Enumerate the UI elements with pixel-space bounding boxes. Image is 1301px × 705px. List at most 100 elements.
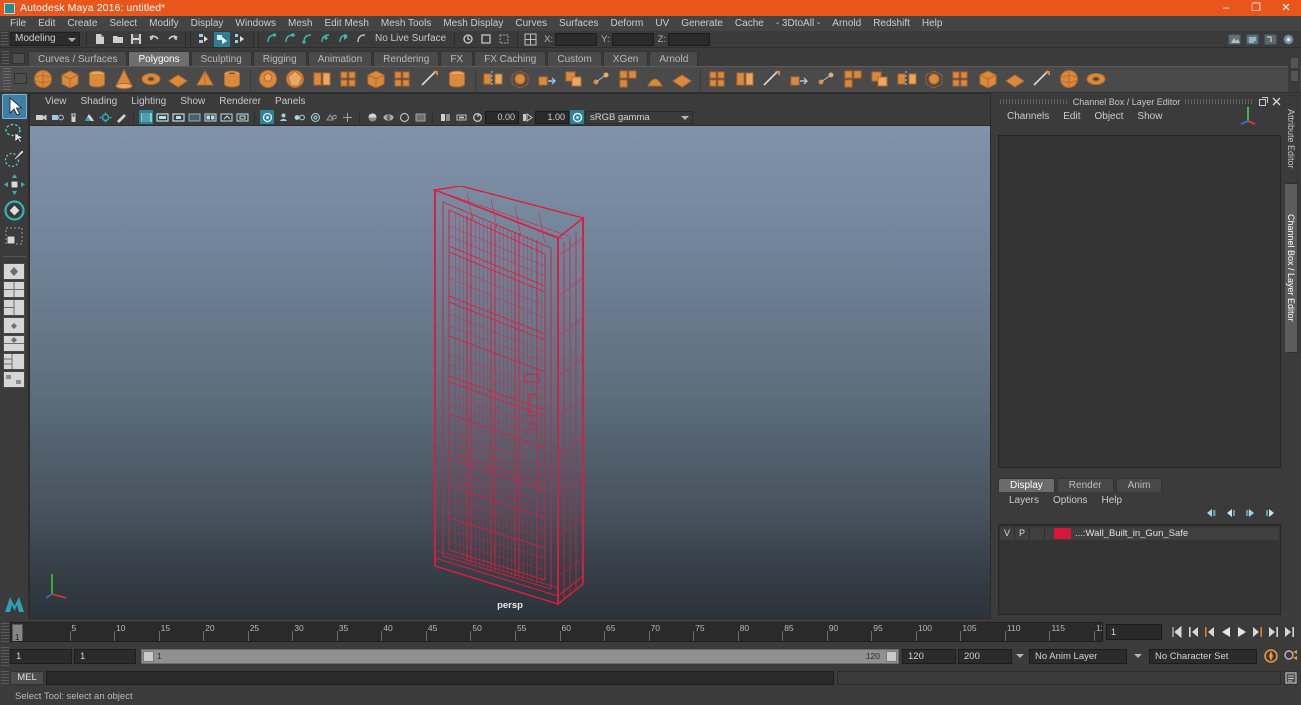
scroll-down-button[interactable] — [1289, 70, 1299, 82]
three-pane-layout[interactable] — [3, 335, 25, 352]
menu-redshift[interactable]: Redshift — [867, 16, 916, 31]
shelf-menu-button[interactable] — [12, 53, 25, 64]
menu-arnold[interactable]: Arnold — [826, 16, 867, 31]
panel-grip-left[interactable] — [1000, 99, 1068, 104]
shelf-icon-33[interactable] — [950, 68, 973, 91]
menu-file[interactable]: File — [4, 16, 32, 31]
menu-mesh[interactable]: Mesh — [282, 16, 318, 31]
shadows-icon[interactable] — [260, 110, 274, 124]
script-editor-icon[interactable] — [1284, 671, 1298, 685]
exposure-reset-icon[interactable] — [470, 110, 484, 124]
shelf-tab-custom[interactable]: Custom — [547, 51, 602, 66]
film-gate-icon[interactable] — [155, 110, 169, 124]
layer-color-swatch[interactable] — [1054, 528, 1071, 539]
side-tab-channel-box-layer-editor[interactable]: Channel Box / Layer Editor — [1285, 183, 1298, 353]
command-line-grip[interactable] — [1, 670, 9, 686]
step-back-keyframe-icon[interactable] — [1186, 623, 1200, 641]
menu-create[interactable]: Create — [61, 16, 103, 31]
viewport-menu-lighting[interactable]: Lighting — [124, 96, 173, 107]
ao-icon[interactable] — [276, 110, 290, 124]
channelbox-menu-show[interactable]: Show — [1130, 111, 1169, 122]
poly-multicut-icon[interactable] — [617, 68, 640, 91]
auto-keyframe-icon[interactable] — [1263, 648, 1279, 664]
select-by-component-type-icon[interactable] — [232, 32, 248, 47]
model-wireframe[interactable] — [432, 185, 593, 606]
gamma-reset-icon[interactable] — [520, 110, 534, 124]
hypershade-icon[interactable] — [1262, 32, 1278, 47]
range-end-handle[interactable] — [886, 650, 897, 662]
open-scene-icon[interactable] — [110, 32, 126, 47]
shading-mode-icon[interactable] — [397, 110, 411, 124]
close-icon[interactable] — [1271, 96, 1282, 107]
poly-cube-icon[interactable] — [59, 68, 82, 91]
poly-plane-icon[interactable] — [167, 68, 190, 91]
menu-cache[interactable]: Cache — [729, 16, 770, 31]
go-to-end-icon[interactable] — [1282, 623, 1296, 641]
command-input[interactable] — [46, 671, 834, 685]
go-to-start-icon[interactable] — [1170, 623, 1184, 641]
select-by-hierarchy-icon[interactable] — [196, 32, 212, 47]
gamma-value[interactable]: 1.00 — [535, 110, 569, 124]
shelf-icon-32[interactable] — [923, 68, 946, 91]
scroll-up-button[interactable] — [1289, 57, 1299, 69]
poly-torus-icon[interactable] — [140, 68, 163, 91]
shelf-tab-fx[interactable]: FX — [440, 51, 474, 66]
layer-next-icon[interactable] — [1244, 507, 1258, 519]
minimize-button[interactable]: – — [1211, 0, 1241, 16]
exposure-value[interactable]: 0.00 — [485, 110, 519, 124]
poly-bridge-icon[interactable] — [482, 68, 505, 91]
anim-end-time-field[interactable]: 200 — [958, 648, 1012, 664]
xray-joints-icon[interactable] — [203, 110, 217, 124]
menu-edit-mesh[interactable]: Edit Mesh — [318, 16, 374, 31]
menu-mesh-tools[interactable]: Mesh Tools — [375, 16, 437, 31]
poly-cylinder-icon[interactable] — [86, 68, 109, 91]
side-tab-attribute-editor[interactable]: Attribute Editor — [1285, 95, 1298, 183]
color-management-icon[interactable] — [570, 110, 584, 124]
shelf-icon-26[interactable] — [761, 68, 784, 91]
close-button[interactable]: ✕ — [1271, 0, 1301, 16]
motion-blur-icon[interactable] — [292, 110, 306, 124]
poly-connect-icon[interactable] — [590, 68, 613, 91]
poly-combine-icon[interactable] — [311, 68, 334, 91]
channel-box-content[interactable] — [998, 135, 1281, 468]
viewport-menu-renderer[interactable]: Renderer — [212, 96, 268, 107]
snap-to-projected-center-icon[interactable] — [318, 32, 334, 47]
layer-row[interactable]: V P ...:Wall_Built_in_Gun_Safe — [1000, 527, 1279, 540]
poly-target-weld-icon[interactable] — [644, 68, 667, 91]
viewport-menu-shading[interactable]: Shading — [74, 96, 125, 107]
poly-quad-draw-icon[interactable] — [671, 68, 694, 91]
current-time-field[interactable]: 1 — [1106, 624, 1162, 640]
shelf-tab-grip[interactable] — [2, 51, 9, 65]
poly-prism-icon[interactable] — [194, 68, 217, 91]
step-back-frame-icon[interactable] — [1202, 623, 1216, 641]
four-view-layout[interactable] — [3, 281, 25, 298]
undo-icon[interactable] — [146, 32, 162, 47]
channelbox-menu-channels[interactable]: Channels — [1000, 111, 1056, 122]
menu-display[interactable]: Display — [185, 16, 230, 31]
shelf-tab-arnold[interactable]: Arnold — [649, 51, 699, 66]
resolution-gate-icon[interactable] — [139, 110, 153, 124]
make-live-icon[interactable] — [354, 32, 370, 47]
shelf-tab-polygons[interactable]: Polygons — [128, 51, 190, 66]
multisample-icon[interactable] — [308, 110, 322, 124]
wireframe-on-shaded-icon[interactable] — [235, 110, 249, 124]
range-start-time-field[interactable]: 1 — [74, 648, 136, 664]
shelf-icon-27[interactable] — [788, 68, 811, 91]
viewport-menu-view[interactable]: View — [38, 96, 74, 107]
poly-booleans-icon[interactable] — [338, 68, 361, 91]
shelf-icon-38[interactable] — [1085, 68, 1108, 91]
layer-name[interactable]: ...:Wall_Built_in_Gun_Safe — [1075, 528, 1188, 539]
menu-edit[interactable]: Edit — [32, 16, 61, 31]
step-forward-keyframe-icon[interactable] — [1266, 623, 1280, 641]
snap-to-point-icon[interactable] — [300, 32, 316, 47]
hardware-texturing-icon[interactable] — [438, 110, 452, 124]
range-end-time-field[interactable]: 120 — [902, 648, 956, 664]
script-language-button[interactable]: MEL — [10, 671, 44, 685]
menu-uv[interactable]: UV — [649, 16, 675, 31]
layer-editor-menu-help[interactable]: Help — [1094, 495, 1129, 506]
shelf-row-grip[interactable] — [3, 68, 11, 91]
menu-generate[interactable]: Generate — [675, 16, 729, 31]
time-slider-track[interactable]: 1 5 10 15 20 25 30 35 40 45 50 55 60 65 70 75 80 85 90 95 1… — [10, 622, 1103, 642]
shelf-icon-34[interactable] — [977, 68, 1000, 91]
poly-cone-icon[interactable] — [113, 68, 136, 91]
